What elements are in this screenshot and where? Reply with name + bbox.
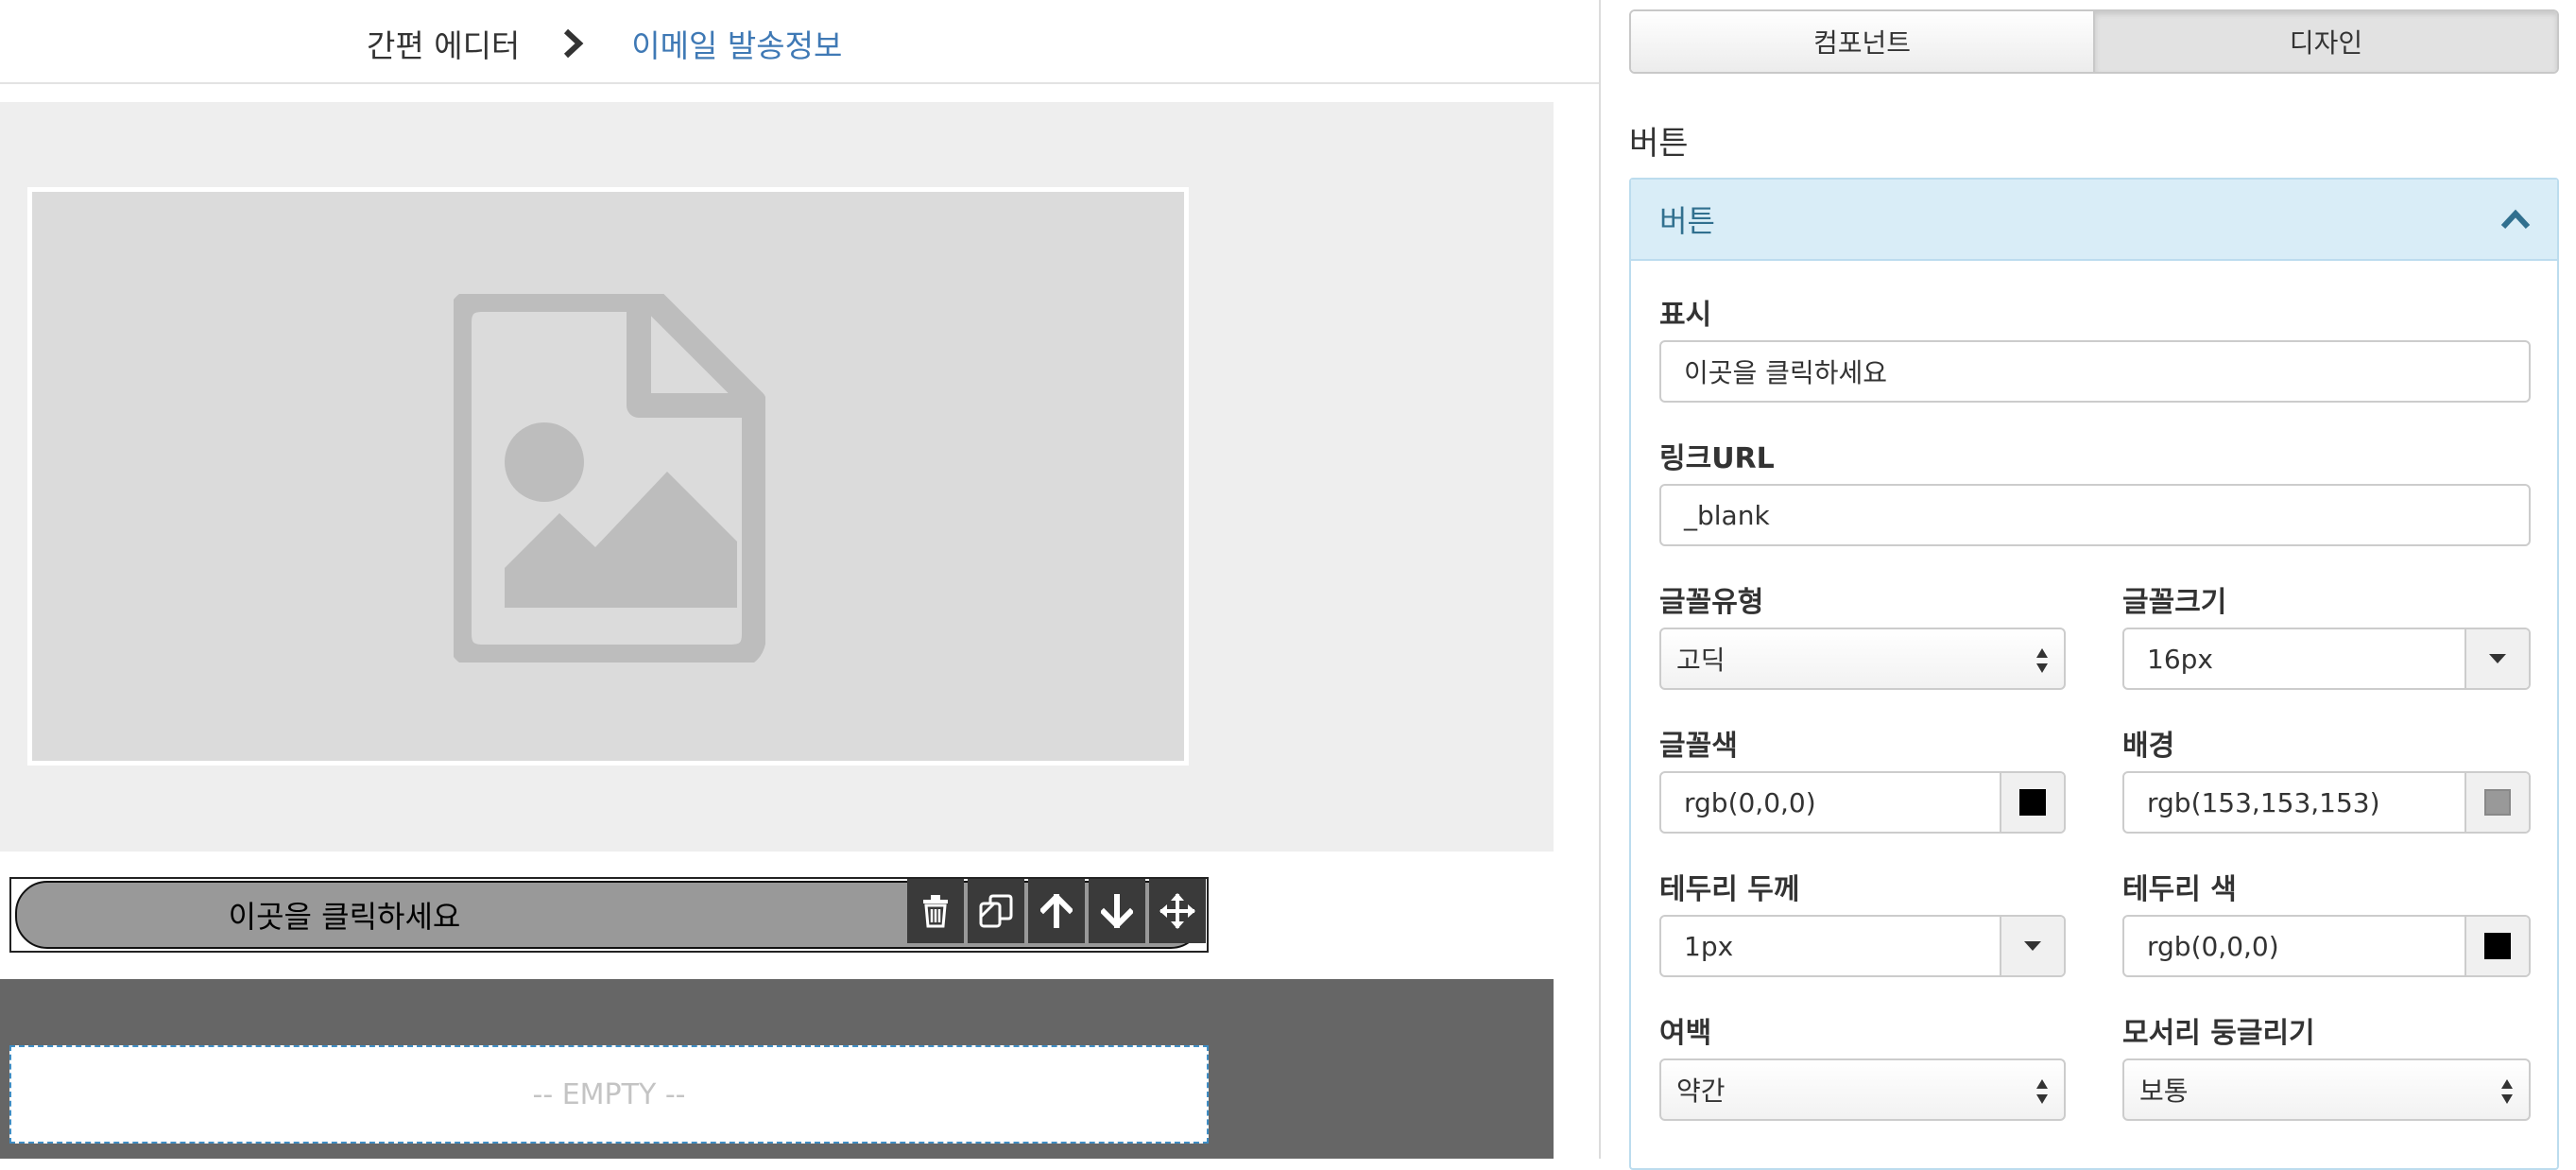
empty-label: -- EMPTY -- bbox=[532, 1077, 686, 1111]
border-color-value: rgb(0,0,0) bbox=[2147, 930, 2279, 962]
button-accordion: 버튼 표시 이곳을 클릭하세요 링크URL _blank 글꼴유형 고딕 글꼴크… bbox=[1629, 178, 2559, 1170]
display-value: 이곳을 클릭하세요 bbox=[1684, 357, 1887, 388]
radius-select[interactable]: 보통 bbox=[2122, 1058, 2531, 1121]
background-color-value: rgb(153,153,153) bbox=[2147, 786, 2380, 818]
padding-select[interactable]: 약간 bbox=[1659, 1058, 2066, 1121]
caret-down-icon bbox=[2024, 941, 2041, 951]
empty-drop-zone[interactable]: -- EMPTY -- bbox=[9, 1045, 1209, 1144]
font-type-select[interactable]: 고딕 bbox=[1659, 628, 2066, 690]
chevron-up-icon bbox=[2500, 209, 2531, 230]
block-toolbar bbox=[907, 879, 1206, 943]
link-url-value: _blank bbox=[1684, 499, 1770, 531]
caret-down-icon bbox=[2489, 654, 2506, 663]
font-size-label: 글꼴크기 bbox=[2122, 586, 2227, 619]
dark-section: -- EMPTY -- bbox=[0, 979, 1554, 1159]
font-type-value: 고딕 bbox=[1676, 645, 1726, 676]
select-arrows-icon bbox=[2036, 1079, 2048, 1104]
email-button-label: 이곳을 클릭하세요 bbox=[228, 899, 461, 935]
radius-value: 보통 bbox=[2139, 1075, 2189, 1107]
select-arrows-icon bbox=[2501, 1079, 2513, 1104]
breadcrumb-current[interactable]: 이메일 발송정보 bbox=[631, 21, 842, 66]
padding-value: 약간 bbox=[1676, 1075, 1726, 1107]
move-icon[interactable] bbox=[1149, 879, 1206, 943]
arrow-down-icon[interactable] bbox=[1089, 879, 1145, 943]
display-label: 표시 bbox=[1659, 299, 1712, 332]
tab-design[interactable]: 디자인 bbox=[2093, 11, 2557, 72]
font-size-toggle[interactable] bbox=[2464, 629, 2529, 688]
accordion-title: 버튼 bbox=[1659, 203, 1715, 239]
font-color-picker[interactable] bbox=[2000, 773, 2064, 832]
font-size-dropdown[interactable]: 16px bbox=[2122, 628, 2531, 690]
tab-components[interactable]: 컴포넌트 bbox=[1631, 11, 2093, 72]
font-color-value: rgb(0,0,0) bbox=[1684, 786, 1816, 818]
trash-icon[interactable] bbox=[907, 879, 964, 943]
section-title: 버튼 bbox=[1629, 125, 1689, 163]
copy-icon[interactable] bbox=[968, 879, 1024, 943]
border-width-label: 테두리 두께 bbox=[1659, 873, 1800, 906]
border-color-picker[interactable] bbox=[2464, 917, 2529, 975]
chevron-right-icon bbox=[561, 27, 593, 60]
image-block[interactable] bbox=[0, 102, 1554, 852]
properties-panel: 컴포넌트 디자인 버튼 버튼 표시 이곳을 클릭하세요 링크URL _blank… bbox=[1601, 0, 2576, 1170]
button-block[interactable]: 이곳을 클릭하세요 bbox=[9, 877, 1209, 953]
display-input[interactable]: 이곳을 클릭하세요 bbox=[1659, 340, 2531, 403]
border-color-label: 테두리 색 bbox=[2122, 873, 2237, 906]
border-color-swatch bbox=[2484, 933, 2511, 959]
editor-area: 간편 에디터 이메일 발송정보 이곳을 클릭하세요 -- EMPTY -- bbox=[0, 0, 1599, 1159]
font-type-label: 글꼴유형 bbox=[1659, 586, 1764, 619]
font-color-label: 글꼴색 bbox=[1659, 730, 1738, 763]
font-color-swatch bbox=[2019, 789, 2046, 816]
border-color-input[interactable]: rgb(0,0,0) bbox=[2122, 915, 2531, 977]
radius-label: 모서리 둥글리기 bbox=[2122, 1017, 2315, 1050]
background-color-input[interactable]: rgb(153,153,153) bbox=[2122, 771, 2531, 834]
border-width-toggle[interactable] bbox=[2000, 917, 2064, 975]
select-arrows-icon bbox=[2036, 648, 2048, 673]
link-url-label: 링크URL bbox=[1659, 442, 1775, 475]
link-url-input[interactable]: _blank bbox=[1659, 484, 2531, 546]
image-placeholder[interactable] bbox=[27, 187, 1189, 766]
image-file-icon bbox=[454, 294, 765, 662]
padding-label: 여백 bbox=[1659, 1017, 1712, 1050]
arrow-up-icon[interactable] bbox=[1028, 879, 1085, 943]
background-color-swatch bbox=[2484, 789, 2511, 816]
background-color-picker[interactable] bbox=[2464, 773, 2529, 832]
background-label: 배경 bbox=[2122, 730, 2175, 763]
border-width-dropdown[interactable]: 1px bbox=[1659, 915, 2066, 977]
font-size-value: 16px bbox=[2147, 643, 2213, 675]
font-color-input[interactable]: rgb(0,0,0) bbox=[1659, 771, 2066, 834]
panel-tabs: 컴포넌트 디자인 bbox=[1629, 9, 2559, 74]
breadcrumb: 간편 에디터 이메일 발송정보 bbox=[0, 0, 1599, 84]
accordion-header[interactable]: 버튼 bbox=[1631, 180, 2557, 261]
border-width-value: 1px bbox=[1684, 930, 1734, 962]
breadcrumb-root[interactable]: 간편 에디터 bbox=[367, 21, 520, 66]
